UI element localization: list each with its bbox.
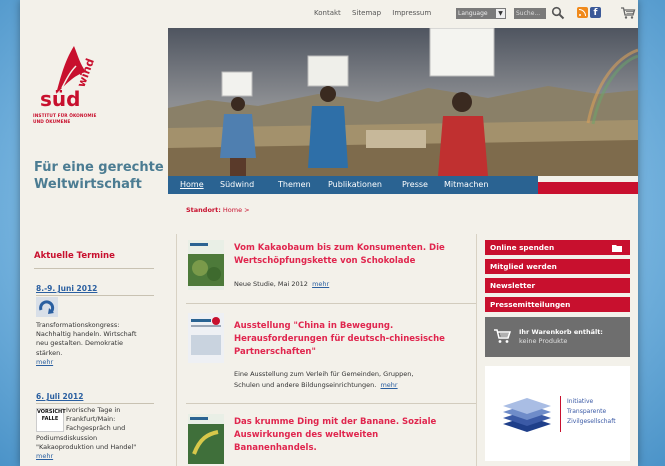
- itz-text-line: Transparente: [567, 408, 607, 415]
- article-title[interactable]: Ausstellung "China in Bewegung. Herausfo…: [234, 320, 464, 359]
- column-divider: [176, 234, 177, 466]
- event-text-line: Fachgespräch und: [66, 424, 126, 433]
- article-more-link[interactable]: mehr: [312, 280, 329, 288]
- article-more-link[interactable]: mehr: [380, 381, 397, 389]
- article-title-line: Vom Kakaobaum bis zum Konsumenten. Die: [234, 243, 445, 253]
- event-text-line: Nachhaltig handeln. Wirtschaft: [36, 330, 137, 339]
- rss-icon[interactable]: [577, 7, 588, 18]
- divider: [36, 403, 154, 404]
- itz-logo: [503, 398, 551, 432]
- article-text-line: Neue Studie, Mai 2012: [234, 280, 308, 288]
- logo-area: süd wind INSTITUT FÜR ÖKONOMIE UND ÖKUME…: [20, 28, 168, 194]
- suedwind-logo[interactable]: süd wind: [34, 42, 100, 108]
- search-icon[interactable]: [551, 6, 565, 20]
- event-text-line: Ivorische Tage in: [66, 406, 121, 414]
- article-title[interactable]: Vom Kakaobaum bis zum Konsumenten. Die W…: [234, 242, 464, 268]
- article-thumbnail[interactable]: [188, 313, 224, 363]
- recycle-icon: [36, 297, 58, 317]
- mitglied-werden-button[interactable]: Mitglied werden: [485, 259, 630, 274]
- event-badge: VORSICHT FALLE: [36, 408, 66, 432]
- language-select-value: Language: [458, 10, 488, 17]
- event-text-line: stärken.: [36, 348, 63, 357]
- itz-banner[interactable]: Initiative Transparente Zivilgesellschaf…: [485, 366, 630, 461]
- event-date[interactable]: 8.-9. Juni 2012: [36, 284, 97, 293]
- event-text-line: neu gestalten. Demokratie: [36, 339, 124, 348]
- divider: [186, 303, 476, 304]
- header-photo: [168, 28, 638, 176]
- article-text-line: Schulen und andere Bildungseinrichtungen…: [234, 380, 377, 389]
- event-text-line: Transformationskongress:: [36, 321, 120, 329]
- cart-status: keine Produkte: [519, 337, 568, 345]
- nav-suedwind[interactable]: Südwind: [220, 180, 254, 189]
- facebook-icon[interactable]: f: [590, 7, 601, 18]
- event-description: Ivorische Tage in Frankfurt/Main: Fachge…: [66, 406, 125, 434]
- article-thumbnail[interactable]: [188, 240, 224, 290]
- cart-widget[interactable]: Ihr Warenkorb enthält: keine Produkte: [485, 317, 630, 357]
- itz-text-line: Initiative: [567, 398, 594, 405]
- cart-label: Ihr Warenkorb enthält:: [519, 328, 603, 336]
- article-title-line: Bananenhandels.: [234, 443, 317, 453]
- sitemap-link[interactable]: Sitemap: [352, 9, 381, 17]
- button-label: Online spenden: [490, 243, 555, 252]
- top-links: Kontakt Sitemap Impressum: [314, 9, 440, 17]
- breadcrumb: Standort: Home >: [186, 206, 250, 214]
- kontakt-link[interactable]: Kontakt: [314, 9, 341, 17]
- breadcrumb-home[interactable]: Home >: [223, 206, 250, 214]
- article-text-line: Eine Ausstellung zum Verleih für Gemeind…: [234, 370, 414, 378]
- nav-home[interactable]: Home: [180, 180, 204, 189]
- divider: [186, 403, 476, 404]
- article-title-line: Herausforderungen für deutsch-chinesisch…: [234, 334, 445, 344]
- itz-text-line: Zivilgesellschaft: [567, 418, 616, 425]
- article-title-line: Wertschöpfungskette von Schokolade: [234, 256, 416, 266]
- article-title-line: Auswirkungen des weltweiten: [234, 430, 379, 440]
- institute-line-1: INSTITUT FÜR ÖKONOMIE: [33, 114, 97, 119]
- article-teaser: Eine Ausstellung zum Verleih für Gemeind…: [234, 369, 474, 390]
- article-title-line: Partnerschaften": [234, 347, 316, 357]
- newsletter-button[interactable]: Newsletter: [485, 278, 630, 293]
- column-divider: [476, 234, 477, 466]
- nav-mitmachen[interactable]: Mitmachen: [444, 180, 488, 189]
- tagline-line-2: Weltwirtschaft: [34, 177, 142, 192]
- event-more-link[interactable]: mehr: [36, 452, 136, 461]
- nav-themen[interactable]: Themen: [278, 180, 311, 189]
- svg-text:süd: süd: [40, 87, 80, 108]
- online-spenden-button[interactable]: Online spenden: [485, 240, 630, 255]
- divider: [36, 295, 154, 296]
- article-title-line: Das krumme Ding mit der Banane. Soziale: [234, 417, 437, 427]
- breadcrumb-label: Standort:: [186, 206, 221, 214]
- main-nav: Home Südwind Themen Publikationen Presse…: [168, 176, 538, 194]
- itz-divider: [560, 396, 561, 432]
- tagline: Für eine gerechte Weltwirtschaft: [34, 159, 164, 193]
- event-description-cont: Podiumsdiskussion "Kakaoproduktion und H…: [36, 434, 136, 462]
- event-description: Transformationskongress: Nachhaltig hand…: [36, 321, 137, 367]
- nav-accent-bar: [538, 182, 638, 194]
- institute-line-2: UND ÖKUMENE: [33, 120, 71, 125]
- impressum-link[interactable]: Impressum: [392, 9, 431, 17]
- article-title-line: Ausstellung "China in Bewegung.: [234, 321, 394, 331]
- folder-icon: [612, 245, 622, 252]
- shopping-cart-icon[interactable]: [620, 6, 636, 20]
- pressemitteilungen-button[interactable]: Pressemitteilungen: [485, 297, 630, 312]
- top-bar: Kontakt Sitemap Impressum Language ▼ Suc…: [20, 0, 638, 28]
- nav-presse[interactable]: Presse: [402, 180, 428, 189]
- language-select[interactable]: Language ▼: [456, 8, 506, 19]
- event-text-line: "Kakaoproduktion und Handel": [36, 442, 137, 451]
- shopping-cart-icon: [494, 329, 511, 343]
- search-input[interactable]: Suche...: [514, 8, 546, 19]
- event-text-line: Podiumsdiskussion: [36, 433, 98, 442]
- nav-publikationen[interactable]: Publikationen: [328, 180, 382, 189]
- event-text-line: Frankfurt/Main:: [66, 415, 116, 424]
- divider: [34, 268, 154, 269]
- article-teaser: Neue Studie, Mai 2012 mehr: [234, 279, 474, 290]
- article-thumbnail[interactable]: [188, 414, 224, 464]
- event-more-link[interactable]: mehr: [36, 358, 137, 367]
- termine-heading: Aktuelle Termine: [34, 251, 115, 261]
- event-date[interactable]: 6. Juli 2012: [36, 392, 83, 401]
- article-title[interactable]: Das krumme Ding mit der Banane. Soziale …: [234, 416, 464, 455]
- chevron-down-icon: ▼: [496, 9, 505, 18]
- tagline-line-1: Für eine gerechte: [34, 160, 164, 175]
- page: Kontakt Sitemap Impressum Language ▼ Suc…: [20, 0, 638, 466]
